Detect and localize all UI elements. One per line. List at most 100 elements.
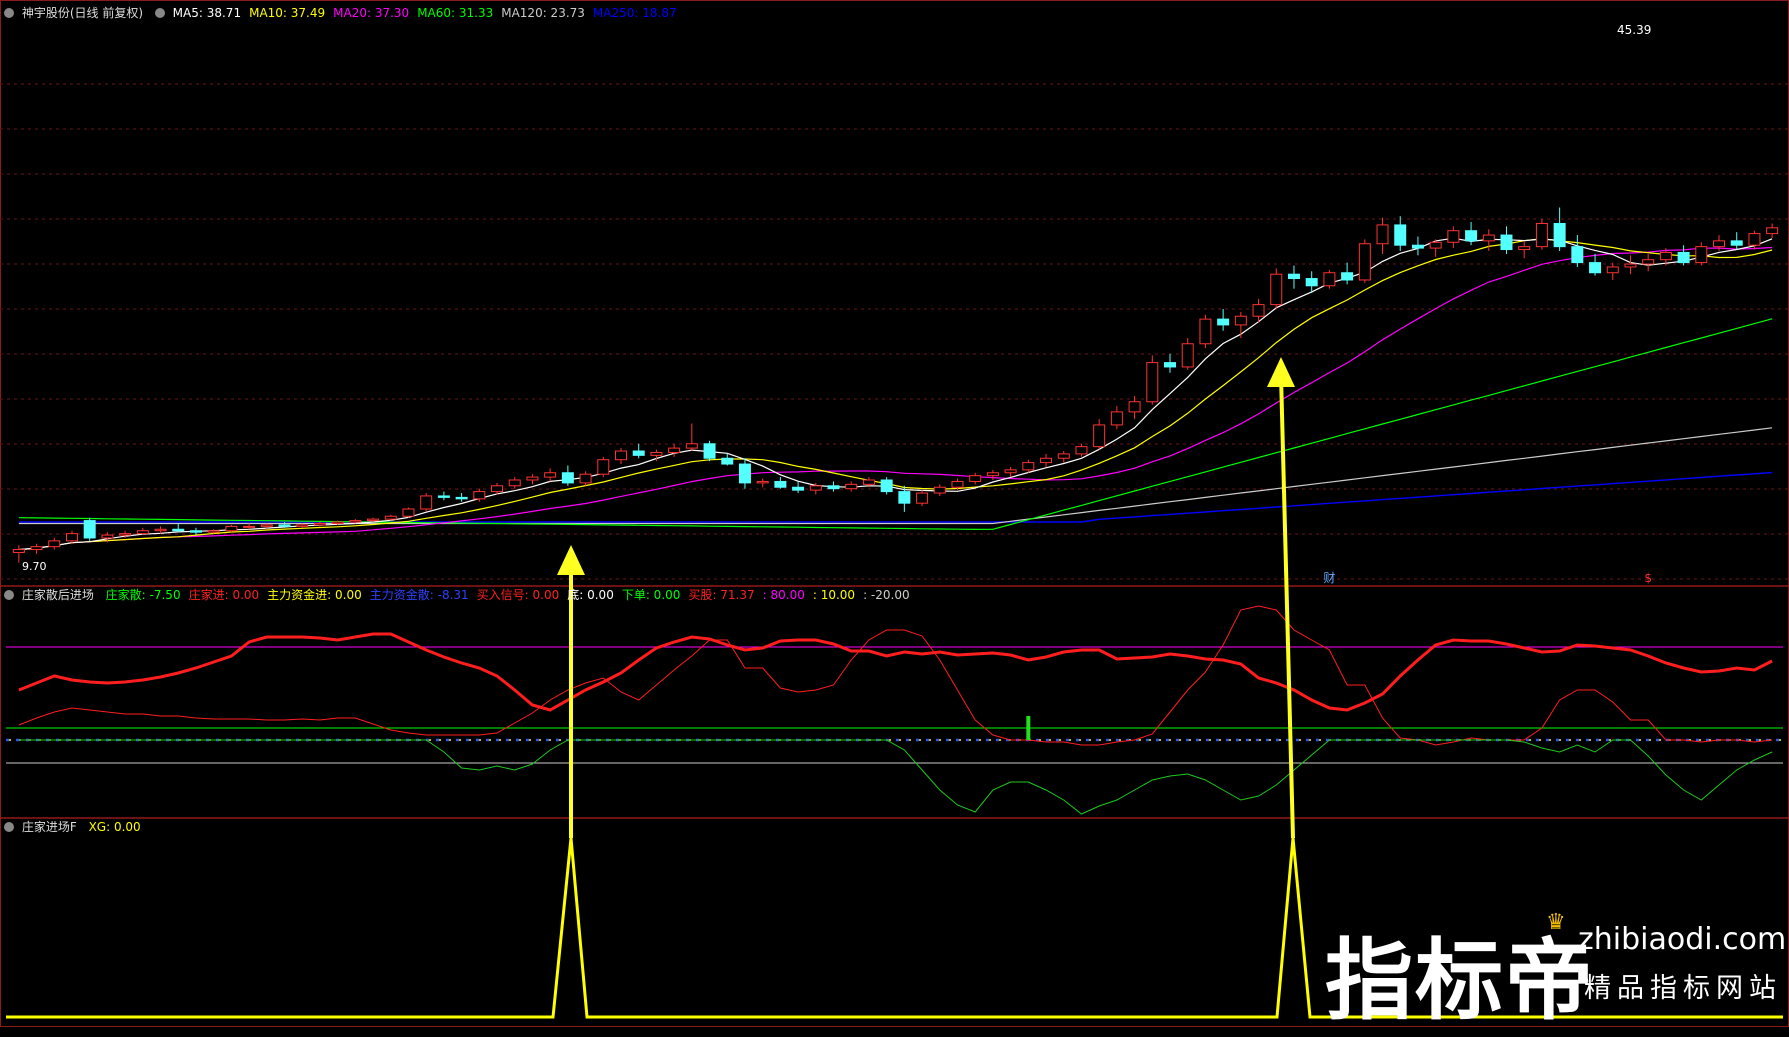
candle bbox=[136, 527, 149, 536]
candle-body bbox=[1199, 318, 1212, 345]
candle-body bbox=[1429, 241, 1442, 249]
candle-body bbox=[1535, 222, 1548, 248]
ma-lines bbox=[18, 237, 1773, 551]
dealer-curve bbox=[18, 605, 1773, 746]
candle-body bbox=[402, 508, 415, 517]
candle-body bbox=[561, 472, 574, 484]
candle bbox=[172, 523, 185, 533]
candle-body bbox=[367, 518, 380, 522]
candle bbox=[880, 477, 893, 495]
arrow-left-head bbox=[557, 545, 585, 575]
candle-body bbox=[1482, 234, 1495, 242]
ma5-line bbox=[18, 237, 1773, 551]
candle-body bbox=[1181, 343, 1194, 368]
arrow-right-head bbox=[1267, 357, 1295, 387]
candles bbox=[12, 207, 1779, 563]
candle-body bbox=[986, 472, 999, 477]
event-marker: 财 bbox=[1323, 571, 1335, 585]
candle bbox=[933, 484, 946, 496]
indicator-value-3: 主力资金散: -8.31 bbox=[369, 588, 469, 602]
candle-body bbox=[296, 524, 309, 527]
candle-body bbox=[1500, 234, 1513, 251]
buy-signal-bar bbox=[1026, 716, 1031, 740]
candle-body bbox=[1075, 446, 1088, 455]
candle-body bbox=[526, 476, 539, 481]
candle-body bbox=[136, 530, 149, 535]
candle bbox=[544, 468, 557, 482]
candle-body bbox=[260, 524, 273, 527]
candle-body bbox=[703, 443, 716, 459]
candle-body bbox=[349, 520, 362, 523]
dealer-exit-curve bbox=[18, 739, 1773, 815]
candle bbox=[455, 493, 468, 502]
candle bbox=[1571, 235, 1584, 267]
candle bbox=[1323, 269, 1336, 289]
candle bbox=[65, 530, 78, 544]
candle bbox=[1075, 443, 1088, 457]
legend-panel-2: 庄家散后进场 庄家散: -7.50 庄家进: 0.00 主力资金进: 0.00 主力资… bbox=[4, 586, 918, 604]
collapse-icon[interactable] bbox=[4, 8, 14, 18]
indicator-value-0: XG: 0.00 bbox=[88, 820, 141, 834]
candle-body bbox=[579, 473, 592, 484]
candle-body bbox=[491, 485, 504, 493]
candle-body bbox=[154, 528, 167, 532]
candle-body bbox=[1606, 266, 1619, 274]
chart-stage: 财$涨榜 45.39 9.70 bbox=[0, 0, 1789, 1027]
candle-body bbox=[738, 463, 751, 484]
candle bbox=[774, 477, 787, 489]
main-force-curve bbox=[18, 632, 1773, 712]
indicator-value-0: 庄家散: -7.50 bbox=[105, 588, 181, 602]
indicator-name: 庄家进场F bbox=[21, 820, 77, 834]
candle-body bbox=[1358, 243, 1371, 281]
candle bbox=[561, 465, 574, 486]
watermark-subtitle: 精品指标网站 bbox=[1584, 973, 1782, 1004]
candle bbox=[1057, 451, 1070, 463]
candle bbox=[916, 490, 929, 507]
candle-body bbox=[1004, 469, 1017, 474]
candle-body bbox=[756, 480, 769, 484]
ma-legend-item-3: MA60: 31.33 bbox=[417, 6, 494, 20]
candle-body bbox=[119, 533, 132, 536]
candle bbox=[1642, 253, 1655, 272]
candle-body bbox=[1305, 278, 1318, 287]
candle bbox=[526, 474, 539, 485]
settings-icon[interactable] bbox=[154, 8, 165, 18]
candle-body bbox=[1411, 244, 1424, 249]
candle-body bbox=[1057, 453, 1070, 459]
candle-body bbox=[313, 522, 326, 526]
candle bbox=[402, 507, 415, 518]
candle bbox=[986, 469, 999, 480]
candle-body bbox=[83, 520, 96, 539]
event-markers: 财$涨榜 bbox=[1323, 571, 1652, 585]
candle bbox=[703, 440, 716, 462]
candle-body bbox=[1571, 246, 1584, 264]
candle-body bbox=[721, 457, 734, 465]
candle bbox=[1730, 232, 1743, 250]
candle-body bbox=[933, 486, 946, 494]
candle bbox=[1606, 262, 1619, 280]
candle-body bbox=[1234, 315, 1247, 326]
candle bbox=[508, 477, 521, 489]
candle bbox=[1022, 459, 1035, 473]
candle-body bbox=[845, 483, 858, 490]
candle-body bbox=[420, 495, 433, 510]
candle-body bbox=[1252, 304, 1265, 317]
candle-body bbox=[278, 524, 291, 527]
candle-body bbox=[455, 496, 468, 500]
candle bbox=[1181, 337, 1194, 370]
indicator-values: XG: 0.00 bbox=[89, 820, 149, 834]
collapse-icon[interactable] bbox=[4, 822, 14, 832]
candle bbox=[1341, 262, 1354, 285]
candle-body bbox=[1589, 262, 1602, 274]
candle bbox=[1164, 353, 1176, 373]
ma10-line bbox=[18, 238, 1773, 551]
candle-body bbox=[951, 480, 964, 488]
indicator-value-2: 主力资金进: 0.00 bbox=[267, 588, 362, 602]
candle-body bbox=[916, 492, 929, 504]
candle-body bbox=[544, 472, 557, 478]
candle-body bbox=[12, 549, 25, 553]
collapse-icon[interactable] bbox=[4, 590, 14, 600]
candle-body bbox=[207, 530, 220, 533]
indicator-panel-2 bbox=[6, 605, 1783, 815]
candle bbox=[969, 472, 982, 485]
